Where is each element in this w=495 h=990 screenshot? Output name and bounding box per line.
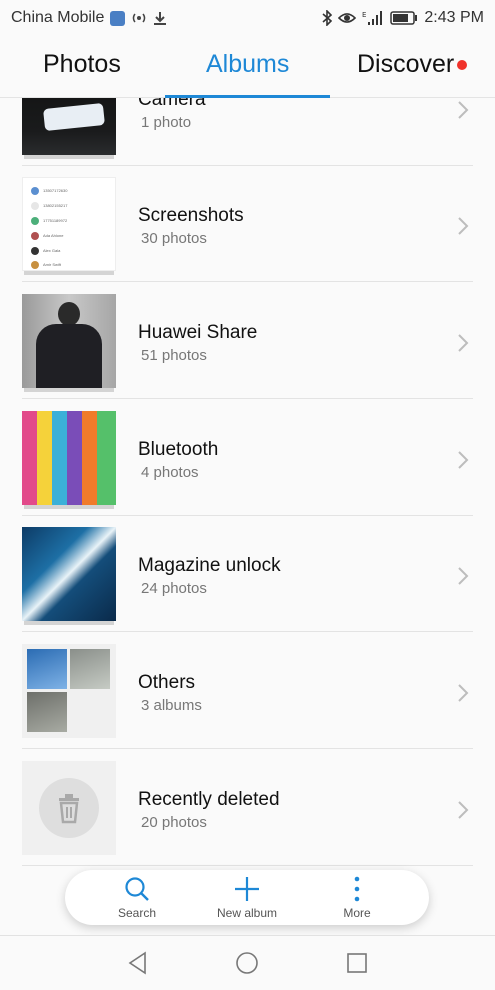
bluetooth-icon bbox=[322, 10, 333, 26]
album-thumbnail-bluetooth bbox=[22, 411, 116, 505]
tab-bar: Photos Albums Discover bbox=[0, 36, 495, 98]
more-vertical-icon bbox=[354, 876, 360, 902]
album-title: Others bbox=[138, 672, 196, 693]
thumbnail-stack-edge bbox=[24, 388, 114, 392]
more-button[interactable]: More bbox=[307, 870, 407, 925]
screenshot-preview-line: 13507172630 bbox=[43, 188, 68, 193]
search-button[interactable]: Search bbox=[87, 870, 187, 925]
album-thumbnail-huawei-share bbox=[22, 294, 116, 388]
plus-icon bbox=[235, 877, 259, 901]
album-row-others[interactable]: Others 3 albums bbox=[0, 633, 495, 749]
row-divider bbox=[22, 865, 473, 866]
album-list[interactable]: Camera 1 photo 13507172630 13802155217 1… bbox=[0, 98, 495, 870]
search-icon bbox=[125, 877, 149, 901]
more-label: More bbox=[343, 906, 371, 920]
album-count: 20 photos bbox=[141, 814, 207, 831]
person-head-shape bbox=[58, 302, 80, 326]
row-divider bbox=[22, 398, 473, 399]
row-divider bbox=[22, 281, 473, 282]
eye-comfort-icon bbox=[338, 11, 357, 25]
album-row-recently-deleted[interactable]: Recently deleted 20 photos bbox=[0, 750, 495, 866]
thumbnail-stack-edge bbox=[24, 271, 114, 275]
discover-badge-dot bbox=[457, 60, 467, 70]
album-title: Screenshots bbox=[138, 205, 244, 226]
screenshot-preview-line: Ada Ahlone bbox=[43, 233, 64, 238]
home-nav-icon[interactable] bbox=[234, 950, 260, 976]
album-title: Camera bbox=[138, 98, 206, 110]
chevron-right-icon bbox=[458, 101, 469, 119]
chevron-right-icon bbox=[458, 801, 469, 819]
screenshot-preview-line: Alex Gala bbox=[43, 248, 61, 253]
carrier-name: China Mobile bbox=[11, 9, 105, 26]
album-title: Magazine unlock bbox=[138, 555, 281, 576]
album-thumbnail-recently-deleted bbox=[22, 761, 116, 855]
folder-preview-3 bbox=[27, 692, 67, 732]
album-count: 3 albums bbox=[141, 697, 202, 714]
album-title: Recently deleted bbox=[138, 789, 280, 810]
album-count: 24 photos bbox=[141, 580, 207, 597]
trash-circle bbox=[39, 778, 99, 838]
phone-in-photo bbox=[43, 102, 105, 132]
folder-preview-1 bbox=[27, 649, 67, 689]
new-album-button[interactable]: New album bbox=[197, 870, 297, 925]
search-label: Search bbox=[117, 906, 157, 920]
album-row-bluetooth[interactable]: Bluetooth 4 photos bbox=[0, 400, 495, 516]
tab-albums[interactable]: Albums bbox=[206, 50, 289, 79]
album-title: Bluetooth bbox=[138, 439, 219, 460]
album-thumbnail-others bbox=[22, 644, 116, 738]
album-thumbnail-screenshots: 13507172630 13802155217 17751189972 Ada … bbox=[22, 177, 116, 271]
tab-discover[interactable]: Discover bbox=[357, 50, 454, 79]
screenshot-preview-line: Amir Swift bbox=[43, 262, 61, 267]
album-row-magazine-unlock[interactable]: Magazine unlock 24 photos bbox=[0, 516, 495, 632]
thumbnail-stack-edge bbox=[24, 505, 114, 509]
row-divider bbox=[22, 748, 473, 749]
album-count: 1 photo bbox=[141, 114, 192, 131]
svg-text:E: E bbox=[362, 11, 366, 19]
new-album-label: New album bbox=[216, 906, 278, 920]
album-count: 30 photos bbox=[141, 230, 207, 247]
status-bar: China Mobile E 2:43 PM bbox=[0, 0, 495, 36]
album-count: 51 photos bbox=[141, 347, 207, 364]
album-title: Huawei Share bbox=[138, 322, 258, 343]
trash-icon bbox=[59, 794, 79, 824]
system-nav-bar bbox=[0, 935, 495, 990]
recents-nav-icon[interactable] bbox=[344, 950, 370, 976]
thumbnail-stack-edge bbox=[24, 155, 114, 159]
floating-action-bar: Search New album More bbox=[65, 870, 429, 925]
signal-icon: E bbox=[362, 10, 384, 26]
nfc-signal-icon bbox=[131, 11, 147, 25]
screenshot-preview-line: 13802155217 bbox=[43, 203, 68, 208]
tab-photos[interactable]: Photos bbox=[43, 50, 121, 79]
chevron-right-icon bbox=[458, 217, 469, 235]
row-divider bbox=[22, 631, 473, 632]
album-thumbnail-magazine-unlock bbox=[22, 527, 116, 621]
back-nav-icon[interactable] bbox=[125, 950, 151, 976]
chevron-right-icon bbox=[458, 567, 469, 585]
chevron-right-icon bbox=[458, 684, 469, 702]
app-notification-icon bbox=[110, 10, 126, 26]
folder-preview-2 bbox=[70, 649, 110, 689]
screenshot-preview-line: 17751189972 bbox=[43, 218, 68, 223]
battery-icon bbox=[390, 11, 418, 25]
chevron-right-icon bbox=[458, 334, 469, 352]
album-count: 4 photos bbox=[141, 464, 199, 481]
album-row-screenshots[interactable]: 13507172630 13802155217 17751189972 Ada … bbox=[0, 166, 495, 282]
clock: 2:43 PM bbox=[424, 9, 484, 26]
chevron-right-icon bbox=[458, 451, 469, 469]
download-icon bbox=[153, 11, 167, 26]
album-row-camera[interactable]: Camera 1 photo bbox=[0, 98, 495, 166]
album-row-huawei-share[interactable]: Huawei Share 51 photos bbox=[0, 283, 495, 399]
thumbnail-stack-edge bbox=[24, 621, 114, 625]
album-thumbnail-camera bbox=[22, 98, 116, 155]
person-suit-shape bbox=[36, 324, 102, 388]
